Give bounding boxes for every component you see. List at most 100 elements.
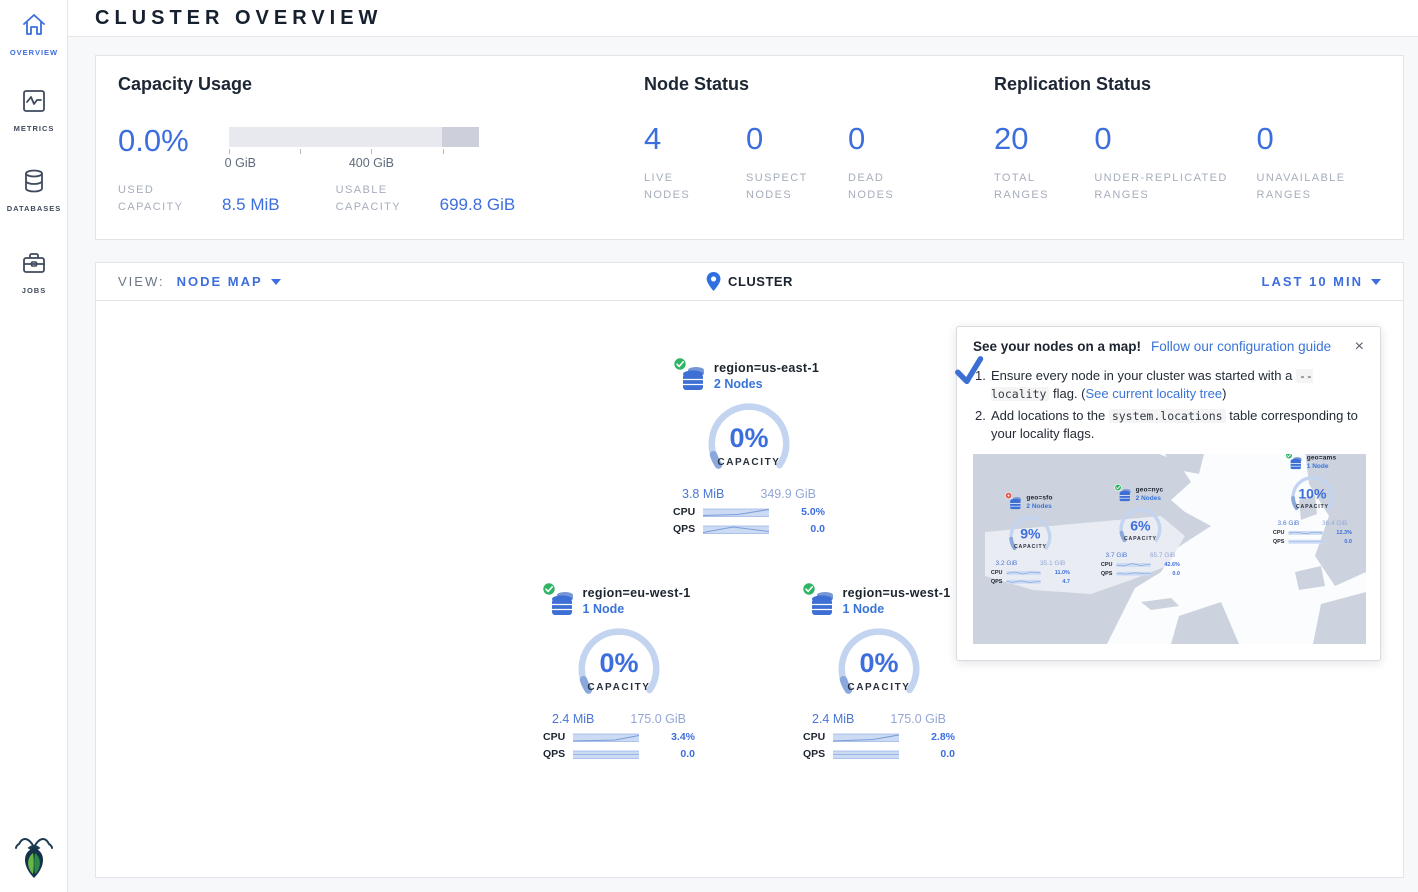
- qps-label: QPS: [991, 578, 1006, 584]
- minimap-node-geo-sfo: geo=sfo 2 Nodes 9% CAPACITY 3.2 GiB 35.1…: [981, 494, 1080, 584]
- view-bar: VIEW: NODE MAP CLUSTER LAST 10 MIN: [95, 262, 1404, 301]
- qps-label: QPS: [673, 523, 701, 535]
- sidebar-item-databases[interactable]: DATABASES: [0, 168, 68, 213]
- capacity-percent: 0%: [569, 648, 669, 679]
- used-value: 3.6 GiB: [1278, 519, 1300, 526]
- node-status-section: Node Status 4LIVE NODES 0SUSPECT NODES 0…: [622, 70, 972, 225]
- region-label: region=us-east-1: [714, 361, 819, 375]
- sidebar-item-overview[interactable]: OVERVIEW: [0, 12, 68, 57]
- total-value: 36.4 GiB: [1322, 519, 1347, 526]
- sidebar-item-metrics[interactable]: METRICS: [0, 88, 68, 133]
- node-card-us-east-1[interactable]: region=us-east-1 2 Nodes 0% CAPACITY 3.8…: [654, 361, 844, 535]
- database-stack-icon: [1289, 455, 1304, 471]
- live-nodes-label: LIVE NODES: [644, 170, 714, 204]
- capacity-percent: 9%: [1004, 526, 1056, 542]
- close-icon[interactable]: ×: [1355, 339, 1364, 355]
- locality-tree-link[interactable]: See current locality tree: [1086, 386, 1223, 401]
- capacity-label: CAPACITY: [1114, 536, 1166, 542]
- total-value: 35.1 GiB: [1040, 559, 1065, 566]
- nodes-count-link[interactable]: 2 Nodes: [714, 377, 819, 391]
- total-value: 175.0 GiB: [890, 712, 946, 726]
- replication-status-section: Replication Status 20TOTAL RANGES 0UNDER…: [972, 70, 1403, 225]
- cpu-value: 3.4%: [671, 731, 695, 743]
- suspect-nodes-label: SUSPECT NODES: [746, 170, 826, 204]
- sidebar-item-jobs[interactable]: JOBS: [0, 250, 68, 295]
- qps-label: QPS: [1101, 570, 1116, 576]
- qps-value: 0.0: [810, 523, 825, 535]
- qps-sparkline: [833, 749, 899, 760]
- step-2: 2. Add locations to the system.locations…: [975, 407, 1364, 444]
- capacity-percent: 0%: [699, 423, 799, 454]
- databases-icon: [21, 168, 47, 194]
- capacity-gauge: 6% CAPACITY: [1114, 507, 1166, 549]
- capacity-label: CAPACITY: [1004, 544, 1056, 550]
- nodes-count: 1 Node: [1307, 462, 1336, 469]
- qps-label: QPS: [543, 748, 571, 760]
- nodes-on-map-popup: See your nodes on a map! Follow our conf…: [956, 326, 1381, 661]
- qps-sparkline: [703, 524, 769, 535]
- capacity-percent: 0.0%: [118, 125, 189, 156]
- view-selector-dropdown[interactable]: NODE MAP: [177, 274, 281, 289]
- tick-label-0: 0 GiB: [225, 156, 256, 170]
- used-value: 3.2 GiB: [996, 559, 1018, 566]
- cpu-value: 12.3%: [1336, 529, 1351, 535]
- green-check-icon: [1114, 484, 1121, 494]
- cpu-label: CPU: [543, 731, 571, 743]
- chevron-down-icon: [271, 279, 281, 285]
- used-value: 3.8 MiB: [682, 487, 724, 501]
- section-title: Node Status: [644, 74, 950, 95]
- node-card-us-west-1[interactable]: region=us-west-1 1 Node 0% CAPACITY 2.4 …: [784, 586, 974, 760]
- cockroach-logo[interactable]: [14, 831, 54, 884]
- page-header: CLUSTER OVERVIEW: [68, 0, 1418, 37]
- popup-title: See your nodes on a map!: [973, 339, 1141, 354]
- dead-nodes-value: 0: [848, 123, 942, 154]
- under-replicated-ranges-value: 0: [1094, 123, 1248, 154]
- green-check-icon: [1285, 454, 1292, 462]
- configuration-guide-link[interactable]: Follow our configuration guide: [1151, 339, 1331, 354]
- cpu-sparkline: [1116, 561, 1150, 567]
- used-value: 3.7 GiB: [1106, 551, 1128, 558]
- cpu-label: CPU: [991, 569, 1006, 575]
- nodes-count: 2 Nodes: [1026, 502, 1052, 509]
- region-label: geo=nyc: [1136, 486, 1164, 493]
- chevron-down-icon: [1371, 279, 1381, 285]
- qps-sparkline: [573, 749, 639, 760]
- total-value: 65.7 GiB: [1150, 551, 1175, 558]
- time-range-dropdown[interactable]: LAST 10 MIN: [1262, 274, 1381, 289]
- capacity-percent: 10%: [1286, 486, 1338, 502]
- minimap-node-geo-nyc: geo=nyc 2 Nodes 6% CAPACITY 3.7 GiB 65.7…: [1091, 486, 1190, 576]
- total-ranges-label: TOTAL RANGES: [994, 170, 1064, 204]
- region-label: geo=ams: [1307, 454, 1336, 461]
- nodes-count-link[interactable]: 1 Node: [843, 602, 951, 616]
- cpu-value: 42.6%: [1164, 561, 1179, 567]
- unavailable-ranges-label: UNAVAILABLE RANGES: [1256, 170, 1366, 204]
- capacity-bar: 0 GiB 400 GiB: [229, 127, 479, 170]
- cpu-label: CPU: [673, 506, 701, 518]
- database-stack-icon: [679, 363, 707, 393]
- total-ranges-value: 20: [994, 123, 1086, 154]
- capacity-gauge: 0% CAPACITY: [829, 626, 929, 706]
- usable-capacity-value: 699.8 GiB: [440, 195, 516, 216]
- capacity-label: CAPACITY: [829, 682, 929, 693]
- cpu-sparkline: [703, 507, 769, 518]
- cpu-label: CPU: [803, 731, 831, 743]
- nodes-count-link[interactable]: 1 Node: [583, 602, 691, 616]
- section-title: Replication Status: [994, 74, 1381, 95]
- capacity-gauge: 0% CAPACITY: [699, 401, 799, 481]
- used-value: 2.4 MiB: [812, 712, 854, 726]
- suspect-nodes-value: 0: [746, 123, 840, 154]
- cpu-value: 5.0%: [801, 506, 825, 518]
- node-card-eu-west-1[interactable]: region=eu-west-1 1 Node 0% CAPACITY 2.4 …: [524, 586, 714, 760]
- capacity-gauge: 0% CAPACITY: [569, 626, 669, 706]
- region-label: region=eu-west-1: [583, 586, 691, 600]
- blue-check-icon: [953, 356, 986, 392]
- view-label: VIEW:: [118, 274, 165, 289]
- database-stack-icon: [548, 588, 576, 618]
- nodes-count: 2 Nodes: [1136, 494, 1164, 501]
- green-check-icon: [542, 582, 556, 601]
- used-capacity-value: 8.5 MiB: [222, 195, 280, 216]
- map-pin-icon: [706, 272, 720, 291]
- cpu-sparkline: [573, 732, 639, 743]
- capacity-usage-section: Capacity Usage 0.0% 0 GiB 400 GiB: [96, 70, 622, 225]
- red-alert-icon: [1005, 492, 1012, 502]
